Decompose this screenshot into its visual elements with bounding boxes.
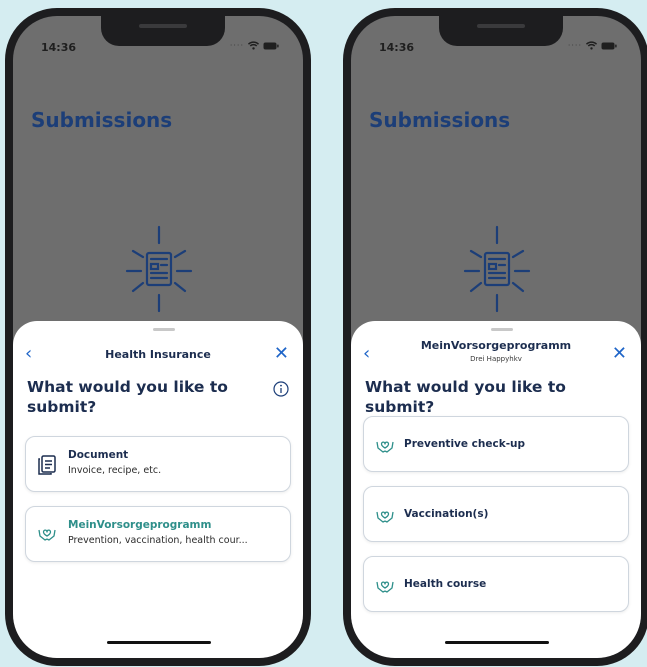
option-document[interactable]: Document Invoice, recipe, etc. <box>25 436 291 492</box>
status-icons: ···· <box>230 41 279 50</box>
page-title: Submissions <box>31 108 173 132</box>
home-indicator <box>107 641 211 644</box>
option-meinvorsorgeprogramm[interactable]: MeinVorsorgeprogramm Prevention, vaccina… <box>25 506 291 562</box>
screen-right: 14:36 ···· Submissions ‹ MeinVorsorgepro… <box>351 16 641 658</box>
status-time: 14:36 <box>379 41 415 54</box>
bottom-sheet: ‹ Health Insurance ✕ What would you like… <box>13 321 303 658</box>
battery-icon <box>601 42 617 49</box>
sheet-question: What would you like to submit? <box>27 378 228 416</box>
option-subtitle: Invoice, recipe, etc. <box>68 465 162 476</box>
home-indicator <box>445 641 549 644</box>
back-chevron-icon[interactable]: ‹ <box>363 345 370 363</box>
heart-hands-icon <box>38 529 56 541</box>
phone-frame-left: 14:36 ···· Submissions ‹ Health Insuranc… <box>5 8 311 666</box>
sheet-grabber[interactable] <box>153 328 175 331</box>
heart-hands-icon <box>376 441 394 453</box>
option-title: Health course <box>404 578 487 590</box>
document-sparkle-icon <box>125 225 193 313</box>
option-preventive-check-up[interactable]: Preventive check-up <box>363 416 629 472</box>
document-icon <box>38 455 56 475</box>
phone-frame-right: 14:36 ···· Submissions ‹ MeinVorsorgepro… <box>343 8 647 666</box>
document-sparkle-icon <box>463 225 531 313</box>
bottom-sheet: ‹ MeinVorsorgeprogramm Drei Happyhkv ✕ W… <box>351 321 641 658</box>
heart-hands-icon <box>376 511 394 523</box>
info-icon[interactable] <box>273 381 289 397</box>
status-icons: ···· <box>568 41 617 50</box>
sheet-grabber[interactable] <box>491 328 513 331</box>
device-notch <box>439 16 563 46</box>
close-icon[interactable]: ✕ <box>274 345 289 363</box>
sheet-question: What would you like to submit? <box>365 378 566 416</box>
page-title: Submissions <box>369 108 511 132</box>
sheet-title: MeinVorsorgeprogramm <box>420 339 572 352</box>
option-title: MeinVorsorgeprogramm <box>68 519 212 531</box>
wifi-icon <box>586 41 597 50</box>
screen-left: 14:36 ···· Submissions ‹ Health Insuranc… <box>13 16 303 658</box>
battery-icon <box>263 42 279 49</box>
option-title: Vaccination(s) <box>404 508 489 520</box>
option-title: Preventive check-up <box>404 438 526 450</box>
sheet-subtitle: Drei Happyhkv <box>470 355 522 363</box>
option-health-course[interactable]: Health course <box>363 556 629 612</box>
signal-icon: ···· <box>567 41 582 50</box>
option-title: Document <box>68 449 129 461</box>
back-chevron-icon[interactable]: ‹ <box>25 345 32 363</box>
close-icon[interactable]: ✕ <box>612 345 627 363</box>
option-subtitle: Prevention, vaccination, health cour... <box>68 535 248 546</box>
sheet-title: Health Insurance <box>105 348 211 361</box>
wifi-icon <box>248 41 259 50</box>
heart-hands-icon <box>376 581 394 593</box>
status-time: 14:36 <box>41 41 77 54</box>
device-notch <box>101 16 225 46</box>
option-vaccinations[interactable]: Vaccination(s) <box>363 486 629 542</box>
signal-icon: ···· <box>229 41 244 50</box>
